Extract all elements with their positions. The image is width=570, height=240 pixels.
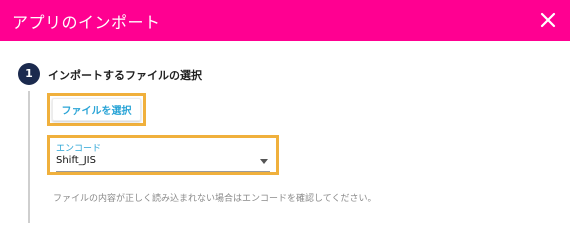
dialog-body: 1 インポートするファイルの選択 ファイルを選択 エンコード Shift_JIS… <box>0 41 570 223</box>
encoding-hint-text: ファイルの内容が正しく読み込まれない場合はエンコードを確認してください。 <box>53 194 377 204</box>
close-icon <box>540 12 556 28</box>
encoding-selected-value: Shift_JIS <box>56 155 96 166</box>
encoding-select[interactable]: Shift_JIS <box>56 153 270 172</box>
dialog-title: アプリのインポート <box>12 13 161 32</box>
dialog-header: アプリのインポート <box>0 0 570 41</box>
step-title: インポートするファイルの選択 <box>48 69 202 82</box>
chevron-down-icon <box>260 159 268 164</box>
close-button[interactable] <box>536 8 560 32</box>
step-connector-line <box>28 91 30 223</box>
select-file-highlight: ファイルを選択 <box>47 93 146 126</box>
select-file-button[interactable]: ファイルを選択 <box>52 98 141 121</box>
step-number-badge: 1 <box>18 63 40 85</box>
encoding-highlight: エンコード Shift_JIS <box>47 135 279 175</box>
